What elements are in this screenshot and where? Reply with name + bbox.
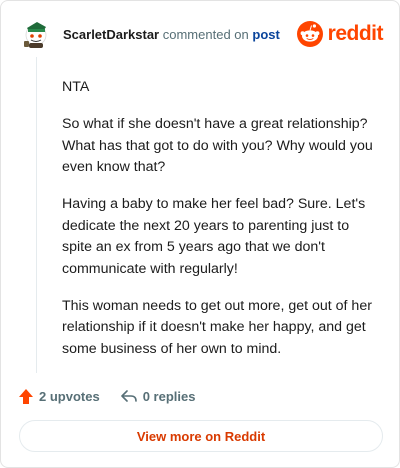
commented-on-text: commented on — [162, 27, 249, 42]
reply-button[interactable]: 0 replies — [120, 388, 196, 404]
comment-actions: 2 upvotes 0 replies — [18, 386, 195, 406]
upvote-arrow-icon — [19, 388, 33, 404]
comment-header: ScarletDarkstar commented on post reddit — [21, 19, 384, 51]
reddit-logo[interactable]: reddit — [296, 21, 384, 47]
reddit-snoo-icon — [296, 21, 323, 47]
post-link[interactable]: post — [252, 27, 279, 42]
upvote-count: 2 upvotes — [39, 388, 100, 404]
comment-paragraph: Having a baby to make her feel bad? Sure… — [62, 196, 366, 277]
comment-paragraph: So what if she doesn't have a great rela… — [62, 116, 373, 175]
comment-body: NTA So what if she doesn't have a great … — [62, 77, 378, 376]
reply-arrow-icon — [120, 390, 137, 402]
comment-byline: ScarletDarkstar commented on post — [63, 27, 280, 42]
thread-line — [36, 57, 37, 373]
upvote-button[interactable]: 2 upvotes — [18, 388, 100, 405]
reddit-wordmark: reddit — [327, 22, 384, 45]
user-avatar[interactable] — [21, 19, 51, 49]
comment-paragraph: NTA — [62, 79, 90, 95]
comment-paragraph: This woman needs to get out more, get ou… — [62, 297, 372, 357]
view-more-button[interactable]: View more on Reddit — [19, 420, 383, 452]
reply-count: 0 replies — [142, 388, 196, 404]
username[interactable]: ScarletDarkstar — [63, 27, 159, 42]
reddit-comment-embed: ScarletDarkstar commented on post reddit… — [0, 0, 400, 468]
